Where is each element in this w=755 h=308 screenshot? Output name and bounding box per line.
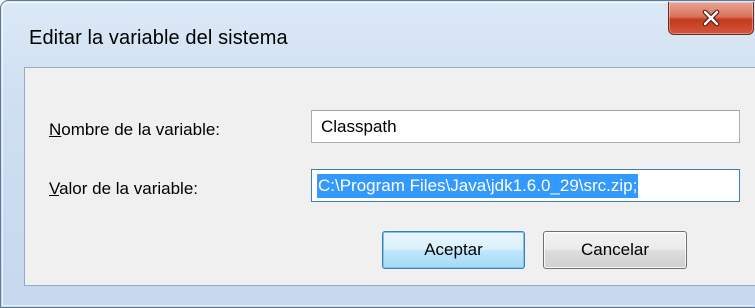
close-button[interactable] (668, 2, 754, 35)
dialog-window: Editar la variable del sistema Nombre de… (0, 0, 755, 308)
variable-name-label: Nombre de la variable: (49, 120, 220, 140)
ok-button[interactable]: Aceptar (382, 231, 525, 269)
variable-value-selected-text: C:\Program Files\Java\jdk1.6.0_29\src.zi… (317, 173, 639, 198)
variable-value-label: Valor de la variable: (49, 179, 198, 199)
window-title: Editar la variable del sistema (29, 27, 288, 49)
title-bar[interactable]: Editar la variable del sistema (1, 1, 755, 59)
variable-value-label-accel: V (49, 179, 60, 198)
variable-value-label-text: alor de la variable: (59, 179, 198, 198)
variable-name-label-text: ombre de la variable: (61, 120, 221, 139)
cancel-button[interactable]: Cancelar (543, 231, 687, 269)
variable-name-input[interactable]: Classpath (311, 110, 740, 143)
variable-value-input[interactable]: C:\Program Files\Java\jdk1.6.0_29\src.zi… (311, 169, 740, 202)
dialog-content: Nombre de la variable: Classpath Valor d… (24, 67, 755, 286)
ok-button-label: Aceptar (424, 240, 483, 259)
cancel-button-label: Cancelar (580, 240, 650, 259)
variable-name-value: Classpath (321, 116, 397, 136)
variable-name-label-accel: N (49, 120, 62, 139)
close-icon (702, 9, 720, 27)
